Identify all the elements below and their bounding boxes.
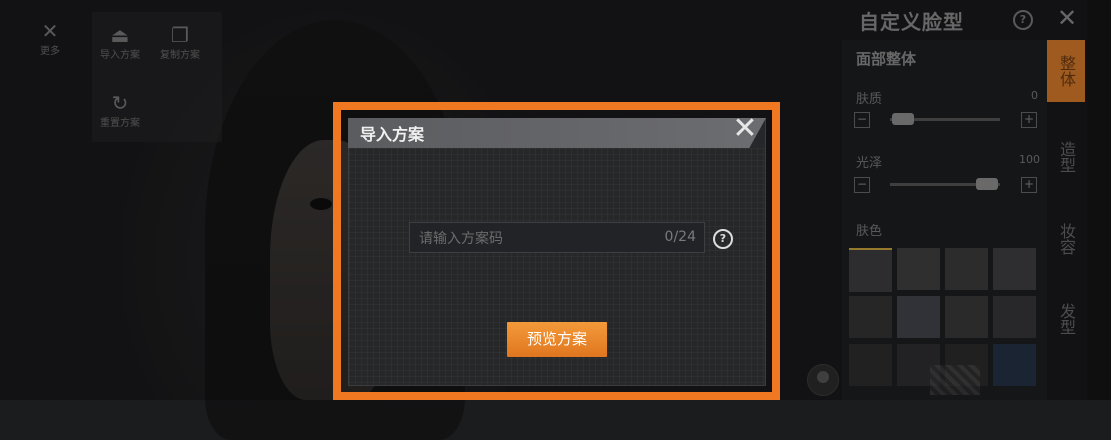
help-icon[interactable]: ? <box>713 229 733 249</box>
char-counter: 0/24 <box>664 229 696 245</box>
scheme-code-input[interactable] <box>410 223 661 254</box>
scheme-code-field[interactable]: 0/24 <box>409 222 705 254</box>
dialog-close-button[interactable]: ✕ <box>730 113 760 145</box>
dialog-title: 导入方案 <box>360 125 425 144</box>
preview-scheme-button[interactable]: 预览方案 <box>507 322 607 357</box>
